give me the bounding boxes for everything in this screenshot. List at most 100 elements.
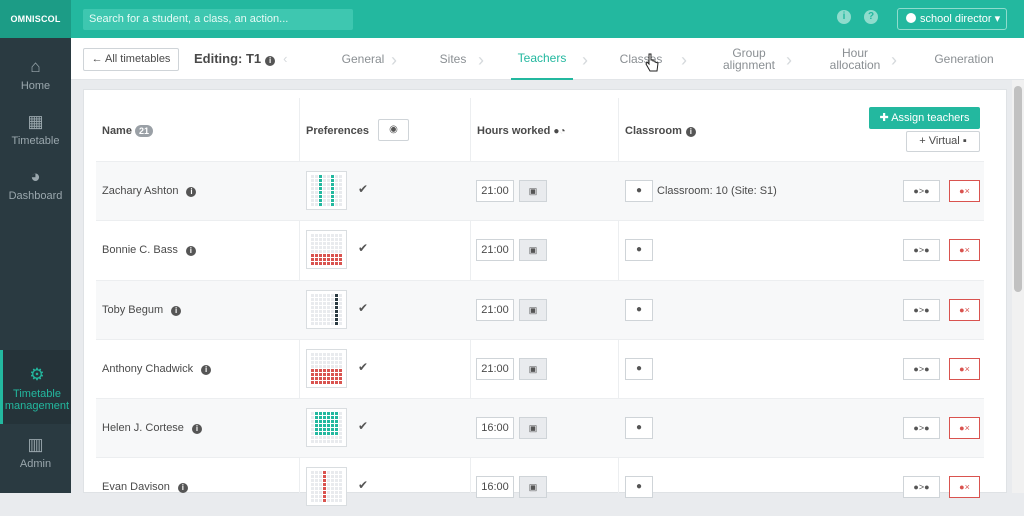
user-menu-button[interactable]: school director ▾ [897,8,1007,30]
preferences-thumbnail[interactable] [306,408,347,447]
remove-teacher-button[interactable]: ●× [949,417,980,439]
info-icon[interactable]: i [185,246,196,256]
map-marker-icon[interactable]: ● [625,417,653,439]
hours-worked-input[interactable]: 21:00 [476,180,514,202]
teacher-name[interactable]: Zachary Ashton i [102,185,197,197]
tab-label: Hour allocation [829,46,881,72]
preferences-thumbnail[interactable] [306,467,347,506]
tab-teachers[interactable]: Teachers [511,38,573,80]
save-icon[interactable]: ▣ [519,358,547,380]
scrollbar-thumb[interactable] [1014,86,1022,292]
preference-cell [335,412,338,415]
preference-cell [339,471,342,474]
replace-teacher-button[interactable]: ●>● [903,239,940,261]
hours-worked-input[interactable]: 21:00 [476,358,514,380]
share-icon[interactable]: ‹ [283,51,287,66]
preference-cell [339,483,342,486]
replace-teacher-button[interactable]: ●>● [903,476,940,498]
preference-cell [311,195,314,198]
preference-cell [327,471,330,474]
preference-cell [331,179,334,182]
preference-cell [315,187,318,190]
preferences-thumbnail[interactable] [306,290,347,329]
sidebar-item-home[interactable]: ⌂ Home [0,58,71,93]
info-icon[interactable]: i [265,56,276,66]
search-input[interactable]: Search for a student, a class, an action… [83,9,353,30]
timetable-subnav: ← All timetables Editing: T1 i ‹ General ›… [71,38,1024,80]
hours-worked-input[interactable]: 16:00 [476,476,514,498]
info-icon[interactable]: i [191,424,202,434]
info-icon[interactable]: i [837,10,851,24]
preference-cell [331,428,334,431]
teacher-name[interactable]: Toby Begum i [102,304,182,316]
remove-teacher-button[interactable]: ●× [949,476,980,498]
save-icon[interactable]: ▣ [519,299,547,321]
hours-worked-input[interactable]: 21:00 [476,239,514,261]
map-marker-icon[interactable]: ● [625,180,653,202]
sidebar-item-dashboard[interactable]: ◕ Dashboard [0,168,71,203]
help-icon[interactable]: ? [864,10,878,24]
sidebar-item-timetable[interactable]: ▦ Timetable [0,113,71,148]
preference-cell [335,298,338,301]
save-icon[interactable]: ▣ [519,180,547,202]
assign-teachers-button[interactable]: ✚ Assign teachers [869,107,980,129]
hours-worked-input[interactable]: 16:00 [476,417,514,439]
replace-teacher-button[interactable]: ●>● [903,358,940,380]
remove-teacher-button[interactable]: ●× [949,180,980,202]
preference-cell [315,175,318,178]
tab-group-alignment[interactable]: Group alignment [711,38,787,80]
preference-cell [339,495,342,498]
preference-cell [319,499,322,502]
preferences-thumbnail[interactable] [306,230,347,269]
tab-general[interactable]: General [333,38,393,80]
remove-teacher-button[interactable]: ●× [949,239,980,261]
tab-hour-allocation[interactable]: Hour allocation [817,38,893,80]
save-icon[interactable]: ▣ [519,417,547,439]
info-icon[interactable]: i [171,306,182,316]
teacher-name[interactable]: Evan Davison i [102,481,188,493]
add-virtual-button[interactable]: + Virtual ▪ [906,131,980,152]
app-logo[interactable]: OMNISCOL [0,0,71,38]
remove-teacher-button[interactable]: ●× [949,299,980,321]
scrollbar[interactable] [1012,80,1024,493]
preference-cell [335,436,338,439]
replace-teacher-button[interactable]: ●>● [903,180,940,202]
info-icon[interactable]: i [201,365,212,375]
save-icon[interactable]: ▣ [519,239,547,261]
all-timetables-button[interactable]: ← All timetables [83,48,179,71]
hours-worked-input[interactable]: 21:00 [476,299,514,321]
tab-sites[interactable]: Sites [431,38,475,80]
preference-cell [315,373,318,376]
replace-teacher-button[interactable]: ●>● [903,417,940,439]
map-marker-icon[interactable]: ● [625,358,653,380]
sidebar-item-admin[interactable]: ▥ Admin [0,436,71,471]
tab-generation[interactable]: Generation [926,38,1002,80]
preference-cell [319,416,322,419]
remove-teacher-button[interactable]: ●× [949,358,980,380]
teacher-name[interactable]: Anthony Chadwick i [102,363,212,375]
teacher-name[interactable]: Bonnie C. Bass i [102,244,196,256]
preference-cell [339,357,342,360]
save-icon[interactable]: ▣ [519,476,547,498]
preferences-thumbnail[interactable] [306,349,347,388]
map-marker-icon[interactable]: ● [625,476,653,498]
preference-cell [315,262,318,265]
tab-classes[interactable]: Classes [607,38,675,80]
check-icon: ✔ [358,478,369,492]
sidebar-item-timetable-management[interactable]: ⚙ Timetable management [0,350,71,424]
preferences-thumbnail[interactable] [306,171,347,210]
map-marker-icon[interactable]: ● [625,239,653,261]
header-hours-label: Hours worked [477,125,551,137]
info-icon[interactable]: i [685,127,696,137]
header-preferences: Preferences [306,125,369,137]
replace-teacher-button[interactable]: ●>● [903,299,940,321]
tab-label: Sites [439,52,467,66]
eye-icon[interactable]: ◉ [378,119,409,141]
header-name[interactable]: Name 21 [102,125,153,137]
preference-cell [331,479,334,482]
preference-cell [335,175,338,178]
info-icon[interactable]: i [177,483,188,493]
info-icon[interactable]: i [186,187,197,197]
map-marker-icon[interactable]: ● [625,299,653,321]
teacher-name[interactable]: Helen J. Cortese i [102,422,202,434]
